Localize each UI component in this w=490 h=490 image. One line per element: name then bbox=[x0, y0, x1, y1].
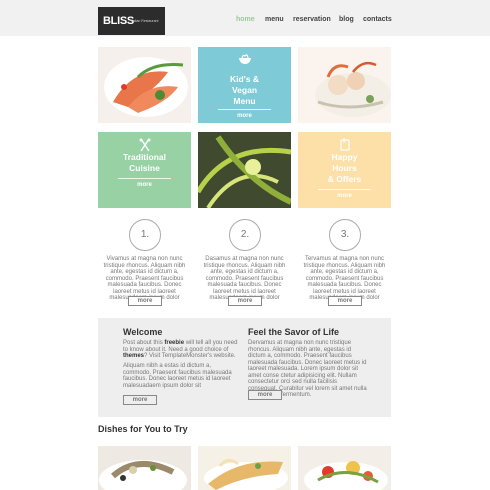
divider bbox=[218, 109, 271, 110]
tile-happy-title-3: & Offers bbox=[327, 174, 362, 184]
tile-happy-more-link[interactable]: more bbox=[298, 193, 391, 199]
tile-happy-title-2: Hours bbox=[332, 163, 357, 173]
tile-happy-hours[interactable]: Happy Hours & Offers more bbox=[298, 132, 391, 208]
tile-vegan-title-3: Menu bbox=[233, 96, 256, 106]
welcome-paragraph-1: Post about this freebie will tell all yo… bbox=[123, 340, 238, 359]
column-1-text: Vivamus at magna non nunc tristique rhon… bbox=[103, 256, 186, 301]
nav-reservation[interactable]: reservation bbox=[293, 16, 331, 23]
greens-dish-image bbox=[198, 132, 291, 208]
logo[interactable]: BLISS Italian Restaurant bbox=[98, 7, 165, 35]
logo-brand: BLISS bbox=[103, 15, 134, 27]
tile-traditional-title-1: Traditional bbox=[123, 152, 166, 162]
logo-tagline: Italian Restaurant bbox=[131, 19, 159, 23]
step-number-1: 1. bbox=[129, 219, 161, 251]
tile-happy-title-1: Happy bbox=[331, 152, 358, 162]
welcome-title: Welcome bbox=[123, 327, 163, 337]
dish-image-1[interactable] bbox=[98, 446, 191, 490]
themes-link[interactable]: themes bbox=[123, 353, 144, 359]
welcome-paragraph-2: Aliquam nibh a estas id dictum a, commod… bbox=[123, 363, 232, 389]
salmon-dish-image bbox=[98, 47, 191, 123]
tile-vegan-more-link[interactable]: more bbox=[198, 113, 291, 119]
tile-traditional-more-link[interactable]: more bbox=[98, 182, 191, 188]
welcome-panel: Welcome Post about this freebie will tel… bbox=[98, 318, 391, 417]
scallop-dish-image bbox=[298, 47, 391, 123]
tile-traditional-title-2: Cuisine bbox=[129, 163, 160, 173]
column-2-more-button[interactable]: more bbox=[228, 296, 262, 306]
tile-traditional-cuisine[interactable]: Traditional Cuisine more bbox=[98, 132, 191, 208]
nav-contacts[interactable]: contacts bbox=[363, 16, 392, 23]
nav-menu[interactable]: menu bbox=[265, 16, 284, 23]
nav-blog[interactable]: blog bbox=[339, 16, 354, 23]
salad-bowl-icon bbox=[198, 53, 291, 68]
tile-vegan-menu[interactable]: Kid's & Vegan Menu more bbox=[198, 47, 291, 123]
savor-more-button[interactable]: more bbox=[248, 390, 282, 400]
column-3-more-button[interactable]: more bbox=[328, 296, 362, 306]
column-2-text: Dasamus at magna non nunc tristique rhon… bbox=[203, 256, 286, 301]
divider bbox=[118, 178, 171, 179]
tile-vegan-title-1: Kid's & bbox=[230, 74, 259, 84]
step-number-2: 2. bbox=[229, 219, 261, 251]
divider bbox=[318, 189, 371, 190]
tile-vegan-title-2: Vegan bbox=[231, 85, 258, 95]
column-3-text: Tervamus at magna non nunc tristique rho… bbox=[303, 256, 386, 301]
dish-image-2[interactable] bbox=[198, 446, 291, 490]
column-1-more-button[interactable]: more bbox=[128, 296, 162, 306]
welcome-more-button[interactable]: more bbox=[123, 395, 157, 405]
dish-image-3[interactable] bbox=[298, 446, 391, 490]
step-number-3: 3. bbox=[329, 219, 361, 251]
savor-title: Feel the Savor of Life bbox=[248, 327, 340, 337]
site-header: BLISS Italian Restaurant home menu reser… bbox=[0, 0, 490, 36]
nav-home[interactable]: home bbox=[236, 16, 255, 23]
dishes-section-title: Dishes for You to Try bbox=[98, 424, 188, 434]
freebie-link[interactable]: freebie bbox=[164, 340, 184, 346]
